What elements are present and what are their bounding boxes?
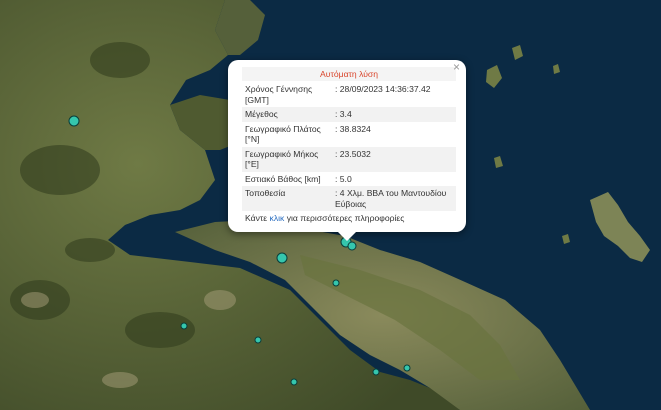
origin-time-label: Χρόνος Γέννησης [GMT] <box>242 82 332 107</box>
table-row: Μέγεθος : 3.4 <box>242 107 456 122</box>
earthquake-marker[interactable] <box>347 241 357 251</box>
table-row: Εστιακό Βάθος [km] : 5.0 <box>242 171 456 186</box>
magnitude-label: Μέγεθος <box>242 107 332 122</box>
more-info-suffix: για περισσότερες πληροφορίες <box>284 213 405 223</box>
latitude-value: : 38.8324 <box>332 121 456 147</box>
longitude-value: : 23.5032 <box>332 146 456 172</box>
location-label: Τοποθεσία <box>242 186 332 211</box>
more-info-link[interactable]: κλικ <box>270 213 285 223</box>
earthquake-marker[interactable] <box>254 336 262 344</box>
earthquake-marker[interactable] <box>332 279 340 287</box>
info-table: Χρόνος Γέννησης [GMT] : 28/09/2023 14:36… <box>242 82 456 211</box>
table-row: Χρόνος Γέννησης [GMT] : 28/09/2023 14:36… <box>242 82 456 107</box>
earthquake-marker[interactable] <box>68 115 80 127</box>
depth-value: : 5.0 <box>332 171 456 186</box>
popup-tip <box>338 232 356 241</box>
close-icon[interactable]: × <box>453 61 460 73</box>
depth-label: Εστιακό Βάθος [km] <box>242 171 332 186</box>
longitude-label: Γεωγραφικό Μήκος [°E] <box>242 146 332 172</box>
table-row: Τοποθεσία : 4 Χλμ. ΒΒΑ του Μαντουδίου Εύ… <box>242 186 456 211</box>
earthquake-marker[interactable] <box>180 322 188 330</box>
popup-title: Αυτόματη λύση <box>242 67 456 81</box>
earthquake-marker[interactable] <box>372 368 380 376</box>
origin-time-value: : 28/09/2023 14:36:37.42 <box>332 82 456 107</box>
magnitude-value: : 3.4 <box>332 107 456 122</box>
more-info-prefix: Κάντε <box>245 213 270 223</box>
earthquake-marker[interactable] <box>403 364 411 372</box>
location-value: : 4 Χλμ. ΒΒΑ του Μαντουδίου Εύβοιας <box>332 186 456 211</box>
more-info-text: Κάντε κλικ για περισσότερες πληροφορίες <box>242 213 456 223</box>
table-row: Γεωγραφικό Πλάτος [°N] : 38.8324 <box>242 121 456 147</box>
earthquake-info-popup: × Αυτόματη λύση Χρόνος Γέννησης [GMT] : … <box>228 60 466 241</box>
earthquake-marker[interactable] <box>276 252 288 264</box>
earthquake-marker[interactable] <box>290 378 298 386</box>
table-row: Γεωγραφικό Μήκος [°E] : 23.5032 <box>242 146 456 172</box>
latitude-label: Γεωγραφικό Πλάτος [°N] <box>242 121 332 147</box>
